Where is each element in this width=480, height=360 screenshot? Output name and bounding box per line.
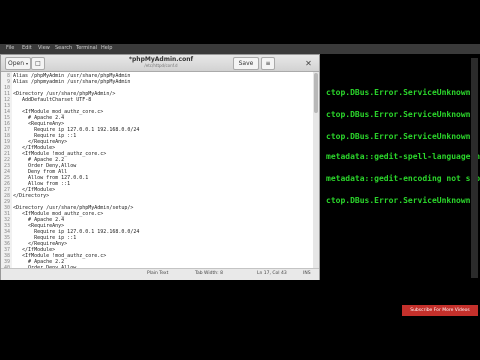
- gedit-titlebar: Open ▾ □ *phpMyAdmin.conf /etc/httpd/con…: [1, 55, 319, 72]
- code-text: </Directory>: [13, 193, 50, 199]
- terminal-output-line: ctop.DBus.Error.ServiceUnknown: The n: [326, 132, 476, 141]
- hamburger-icon: ≡: [265, 60, 271, 67]
- window-subtitle: /etc/httpd/conf.d: [144, 63, 178, 68]
- language-selector[interactable]: Plain Text: [147, 271, 168, 276]
- code-line: 12 AddDefaultCharset UTF-8: [1, 97, 91, 103]
- terminal-output-line: ctop.DBus.Error.ServiceUnknown: The n: [326, 110, 476, 119]
- cursor-position: Ln 17, Col 43: [257, 271, 287, 276]
- menu-button[interactable]: ≡: [261, 57, 275, 70]
- close-icon[interactable]: ✕: [303, 58, 314, 69]
- new-document-icon: □: [35, 60, 41, 67]
- terminal-menu-help[interactable]: Help: [101, 45, 112, 51]
- terminal-menu-edit[interactable]: Edit: [22, 45, 32, 51]
- status-bar: Plain Text Tab Width: 8 Ln 17, Col 43 IN…: [1, 268, 319, 280]
- terminal-output-line: ctop.DBus.Error.ServiceUnknown: The n: [326, 88, 476, 97]
- terminal-output-line: metadata::gedit-spell-language not su: [326, 152, 480, 161]
- terminal-menubar: File Edit View Search Terminal Help: [0, 44, 480, 54]
- subscribe-banner[interactable]: Subscribe For More Videos: [402, 305, 478, 316]
- terminal-output-line: ctop.DBus.Error.ServiceUnknown: The n: [326, 196, 476, 205]
- open-button-label: Open: [8, 60, 25, 67]
- terminal-output-line: metadata::gedit-encoding not supporte: [326, 174, 480, 183]
- chevron-down-icon: ▾: [25, 61, 28, 66]
- insert-mode: INS: [303, 271, 311, 276]
- editor-text-area[interactable]: 8 Alias /phpMyAdmin /usr/share/phpMyAdmin…: [1, 72, 319, 268]
- gedit-window: Open ▾ □ *phpMyAdmin.conf /etc/httpd/con…: [0, 54, 320, 280]
- save-button[interactable]: Save: [233, 57, 259, 70]
- new-tab-button[interactable]: □: [31, 57, 45, 70]
- window-title: *phpMyAdmin.conf: [128, 56, 194, 63]
- tab-width-selector[interactable]: Tab Width: 8: [195, 271, 223, 276]
- code-line: 9 Alias /phpmyadmin /usr/share/phpMyAdmin: [1, 79, 130, 85]
- code-text: Alias /phpmyadmin /usr/share/phpMyAdmin: [13, 79, 131, 85]
- terminal-menu-file[interactable]: File: [6, 45, 14, 51]
- terminal-menu-search[interactable]: Search: [55, 45, 72, 51]
- code-text: AddDefaultCharset UTF-8: [13, 97, 92, 103]
- editor-scrollbar-thumb[interactable]: [314, 73, 318, 113]
- open-button[interactable]: Open ▾: [5, 57, 31, 70]
- terminal-scrollbar[interactable]: [471, 58, 478, 278]
- terminal-menu-view[interactable]: View: [38, 45, 50, 51]
- terminal-menu-terminal[interactable]: Terminal: [76, 45, 97, 51]
